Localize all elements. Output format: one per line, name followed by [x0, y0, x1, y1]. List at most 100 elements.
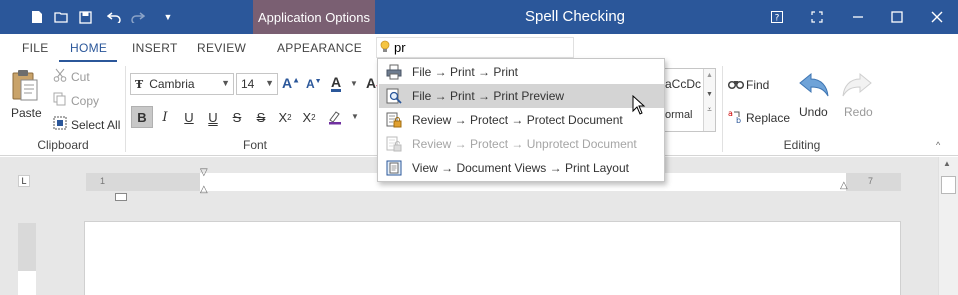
new-document-icon[interactable] [28, 8, 46, 26]
styles-gallery[interactable]: aCcDc ormal ▲ ▼ ⩡ [664, 68, 716, 132]
shrink-font-icon[interactable]: A▼ [306, 77, 322, 91]
undo-icon[interactable] [797, 72, 831, 101]
style-preview-text: aCcDc [665, 77, 702, 91]
svg-text:a: a [728, 109, 733, 118]
italic-button[interactable]: I [154, 106, 176, 128]
save-icon[interactable] [76, 8, 94, 26]
tab-home[interactable]: HOME [70, 41, 107, 55]
paste-icon[interactable] [10, 68, 44, 106]
replace-icon: ab [728, 108, 746, 127]
group-separator [125, 66, 126, 152]
binoculars-icon [727, 76, 746, 93]
tab-insert[interactable]: INSERT [132, 41, 178, 55]
search-result-label: Review → Protect → Unprotect Document [412, 137, 637, 151]
replace-button[interactable]: ab Replace [728, 108, 790, 127]
group-separator [722, 66, 723, 152]
search-result-label: File → Print → Print [412, 65, 519, 79]
truetype-icon: Ŧ [135, 77, 144, 91]
close-icon[interactable] [925, 6, 949, 28]
unprotect-document-icon [386, 136, 402, 152]
search-input-value: pr [394, 40, 406, 55]
search-result-protect-document[interactable]: Review → Protect → Protect Document [379, 108, 664, 132]
underline-button[interactable]: U [178, 106, 200, 128]
scroll-up-icon[interactable]: ▲ [943, 159, 951, 168]
paste-button[interactable]: Paste [11, 106, 42, 120]
copy-label: Copy [71, 93, 100, 108]
first-line-indent-icon[interactable]: ▽ [200, 167, 208, 178]
bold-button[interactable]: B [131, 106, 153, 128]
double-underline-button[interactable]: U [202, 106, 224, 128]
search-result-print-preview[interactable]: File → Print → Print Preview [379, 84, 664, 108]
search-result-label: View → Document Views → Print Layout [412, 161, 629, 175]
undo-quick-icon[interactable] [105, 8, 123, 26]
help-icon[interactable]: ? [765, 6, 789, 28]
grow-font-icon[interactable]: A▲ [282, 75, 300, 91]
double-strikethrough-button[interactable]: S [250, 106, 272, 128]
highlight-icon[interactable] [324, 106, 346, 128]
tab-file[interactable]: FILE [22, 41, 49, 55]
clipboard-group-label: Clipboard [37, 138, 89, 152]
window-title: Spell Checking [524, 8, 626, 25]
print-preview-icon [386, 88, 402, 104]
scroll-down-icon[interactable]: ▼ [704, 91, 715, 98]
lightbulb-icon [380, 40, 390, 57]
tab-stop-selector-icon[interactable]: L [18, 175, 30, 187]
svg-text:b: b [736, 116, 741, 124]
font-color-dropdown-icon[interactable]: ▼ [350, 79, 358, 88]
scroll-up-icon[interactable]: ▲ [704, 72, 715, 79]
font-family-value: Cambria [149, 77, 195, 91]
chevron-down-icon: ▼ [265, 78, 274, 88]
scissors-icon [53, 68, 69, 85]
ruler-margin-right [846, 173, 901, 191]
editing-group-label: Editing [783, 138, 821, 152]
right-indent-icon[interactable]: △ [840, 180, 848, 191]
document-page[interactable] [84, 221, 901, 295]
printer-icon [386, 64, 402, 80]
protect-document-icon [386, 112, 402, 128]
scrollbar-thumb[interactable] [941, 176, 956, 194]
font-group-label: Font [242, 138, 267, 152]
left-indent-icon[interactable] [115, 193, 127, 201]
search-result-label: Review → Protect → Protect Document [412, 113, 623, 127]
customize-quick-access-icon[interactable]: ▼ [159, 8, 177, 26]
font-size-value: 14 [241, 77, 255, 91]
collapse-ribbon-icon[interactable]: ^ [936, 140, 940, 150]
cut-button[interactable]: Cut [53, 68, 90, 85]
subscript-button[interactable]: X2 [274, 106, 296, 128]
maximize-icon[interactable] [885, 6, 909, 28]
font-size-combo[interactable]: 14 ▼ [236, 73, 278, 95]
copy-button[interactable]: Copy [53, 92, 99, 109]
svg-text:?: ? [775, 14, 780, 24]
hanging-indent-icon[interactable]: △ [200, 184, 208, 195]
search-result-print[interactable]: File → Print → Print [379, 60, 664, 84]
minimize-icon[interactable] [846, 6, 870, 28]
chevron-down-icon: ▼ [221, 78, 230, 88]
find-button[interactable]: Find [727, 76, 769, 93]
tab-review[interactable]: REVIEW [197, 41, 246, 55]
font-family-combo[interactable]: Ŧ Cambria ▼ [130, 73, 234, 95]
redo-quick-icon[interactable] [129, 8, 147, 26]
superscript-button[interactable]: X2 [298, 106, 320, 128]
highlight-dropdown-icon[interactable]: ▼ [351, 112, 359, 121]
fullscreen-icon[interactable] [805, 6, 829, 28]
open-folder-icon[interactable] [52, 8, 70, 26]
search-result-unprotect-document[interactable]: Review → Protect → Unprotect Document [379, 132, 664, 156]
tab-appearance[interactable]: APPEARANCE [277, 41, 362, 55]
strikethrough-button[interactable]: S [226, 106, 248, 128]
mouse-cursor-icon [632, 94, 646, 118]
copy-icon [53, 92, 69, 109]
replace-label: Replace [746, 110, 791, 125]
redo-button[interactable]: Redo [844, 105, 873, 119]
redo-icon[interactable] [840, 72, 874, 101]
font-color-icon[interactable]: A [331, 75, 342, 92]
select-all-button[interactable]: Select All [53, 116, 120, 133]
select-all-label: Select All [71, 117, 121, 132]
undo-button[interactable]: Undo [799, 105, 828, 119]
ruler-mark-left: 1 [100, 176, 106, 186]
title-bar: ▼ Application Options Spell Checking ? [0, 0, 958, 34]
search-result-print-layout[interactable]: View → Document Views → Print Layout [379, 156, 664, 180]
gallery-expand-icon[interactable]: ⩡ [704, 105, 715, 115]
application-options-button[interactable]: Application Options [253, 0, 375, 34]
ruler-mark-right: 7 [868, 176, 874, 186]
select-all-icon [53, 116, 69, 133]
